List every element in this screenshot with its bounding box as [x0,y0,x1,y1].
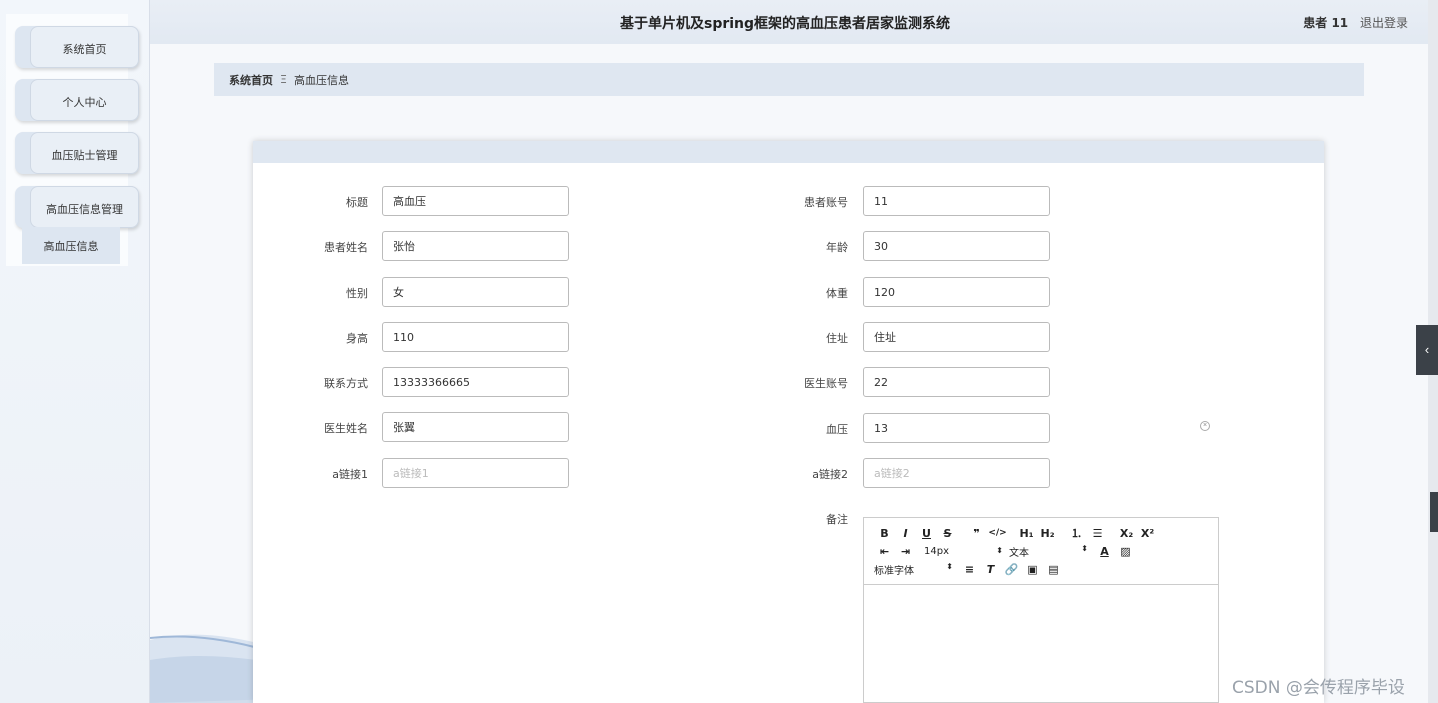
form-card-header [253,141,1324,163]
weight-input[interactable] [863,277,1050,307]
patient-name-label: 患者姓名 [324,241,368,254]
side-handle[interactable] [1430,492,1438,532]
remark-label: 备注 [826,513,848,526]
italic-icon[interactable]: I [895,527,916,540]
watermark: CSDN @会传程序毕设 [1232,678,1405,698]
link1-label: a链接1 [332,468,368,481]
clear-format-icon[interactable]: T [980,563,1001,576]
address-label: 住址 [826,332,848,345]
rich-text-editor: B I U S ❞ </> H₁ H₂ ⒈ ☰ X₂ X² ⇤ ⇥ 14px ⬍… [863,517,1219,703]
age-input[interactable] [863,231,1050,261]
align-icon[interactable]: ≡ [959,563,980,576]
video-icon[interactable]: ▤ [1043,563,1064,576]
heading2-icon[interactable]: H₂ [1037,527,1058,540]
title-label: 标题 [346,196,368,209]
strike-icon[interactable]: S [937,527,958,540]
toolbar-row-1: B I U S ❞ </> H₁ H₂ ⒈ ☰ X₂ X² [874,524,1208,542]
quote-icon[interactable]: ❞ [966,527,987,540]
sidebar-item-home[interactable]: 系统首页 [15,26,139,68]
font-size-select[interactable]: 14px ⬍ [924,546,1009,557]
underline-icon[interactable]: U [916,527,937,540]
clear-icon[interactable]: × [1200,421,1210,431]
image-icon[interactable]: ▣ [1022,563,1043,576]
superscript-icon[interactable]: X² [1137,527,1158,540]
top-bar: 基于单片机及spring框架的高血压患者居家监测系统 患者 11 退出登录 [150,0,1428,44]
collapse-arrow-icon[interactable]: ‹ [1416,325,1438,375]
gender-input[interactable] [382,277,569,307]
doctor-name-label: 医生姓名 [324,422,368,435]
editor-toolbar: B I U S ❞ </> H₁ H₂ ⒈ ☰ X₂ X² ⇤ ⇥ 14px ⬍… [864,518,1218,585]
toolbar-row-2: ⇤ ⇥ 14px ⬍ 文本 ⬍ A ▨ [874,542,1208,560]
heading1-icon[interactable]: H₁ [1016,527,1037,540]
doctor-account-input[interactable] [863,367,1050,397]
form-card: 标题 患者姓名 性别 身高 联系方式 医生姓名 a链接1 患者账号 年龄 体重 … [253,141,1324,703]
contact-input[interactable] [382,367,569,397]
logout-link[interactable]: 退出登录 [1360,16,1408,30]
doctor-name-input[interactable] [382,412,569,442]
blood-pressure-label: 血压 [826,423,848,436]
patient-name-input[interactable] [382,231,569,261]
user-area: 患者 11 退出登录 [1303,14,1408,31]
gender-label: 性别 [346,287,368,300]
contact-label: 联系方式 [324,377,368,390]
select-arrow-icon: ⬍ [996,545,1003,555]
link2-input[interactable] [863,458,1050,488]
ordered-list-icon[interactable]: ⒈ [1066,525,1087,541]
patient-account-input[interactable] [863,186,1050,216]
font-color-icon[interactable]: A [1094,545,1115,558]
app-title: 基于单片机及spring框架的高血压患者居家监测系统 [620,16,951,32]
font-family-select[interactable]: 标准字体 ⬍ [874,562,959,577]
link2-label: a链接2 [812,468,848,481]
address-input[interactable] [863,322,1050,352]
patient-account-label: 患者账号 [804,196,848,209]
sidebar-item-label: 血压贴士管理 [30,132,139,174]
sidebar-item-bp-info-management[interactable]: 高血压信息管理 [15,186,139,228]
height-label: 身高 [346,332,368,345]
text-type-select[interactable]: 文本 ⬍ [1009,544,1094,559]
select-arrow-icon: ⬍ [946,561,953,571]
code-icon[interactable]: </> [987,528,1008,538]
current-user: 患者 11 [1303,16,1349,30]
select-arrow-icon: ⬍ [1081,543,1088,553]
sidebar-item-label: 个人中心 [30,79,139,121]
weight-label: 体重 [826,287,848,300]
title-input[interactable] [382,186,569,216]
sidebar-item-bp-tips[interactable]: 血压贴士管理 [15,132,139,174]
breadcrumb-home[interactable]: 系统首页 [229,72,273,88]
sidebar-item-label: 高血压信息管理 [30,186,139,228]
sidebar-item-profile[interactable]: 个人中心 [15,79,139,121]
age-label: 年龄 [826,241,848,254]
sidebar-item-label: 系统首页 [30,26,139,68]
indent-icon[interactable]: ⇥ [895,545,916,558]
outdent-icon[interactable]: ⇤ [874,545,895,558]
link1-input[interactable] [382,458,569,488]
height-input[interactable] [382,322,569,352]
background-color-icon[interactable]: ▨ [1115,545,1136,558]
breadcrumb-current: 高血压信息 [293,73,349,87]
bold-icon[interactable]: B [874,527,895,540]
breadcrumb-separator-icon: Ξ [280,73,287,86]
blood-pressure-input[interactable] [863,413,1050,443]
toolbar-row-3: 标准字体 ⬍ ≡ T 🔗 ▣ ▤ [874,560,1208,578]
sidebar: 系统首页 个人中心 血压贴士管理 高血压信息管理 高血压信息 [0,0,150,703]
breadcrumb: 系统首页 Ξ 高血压信息 [214,63,1364,96]
bullet-list-icon[interactable]: ☰ [1087,527,1108,540]
subscript-icon[interactable]: X₂ [1116,527,1137,540]
editor-content-area[interactable] [864,585,1218,703]
doctor-account-label: 医生账号 [804,377,848,390]
link-icon[interactable]: 🔗 [1001,563,1022,576]
submenu-item-bp-info[interactable]: 高血压信息 [22,227,120,264]
